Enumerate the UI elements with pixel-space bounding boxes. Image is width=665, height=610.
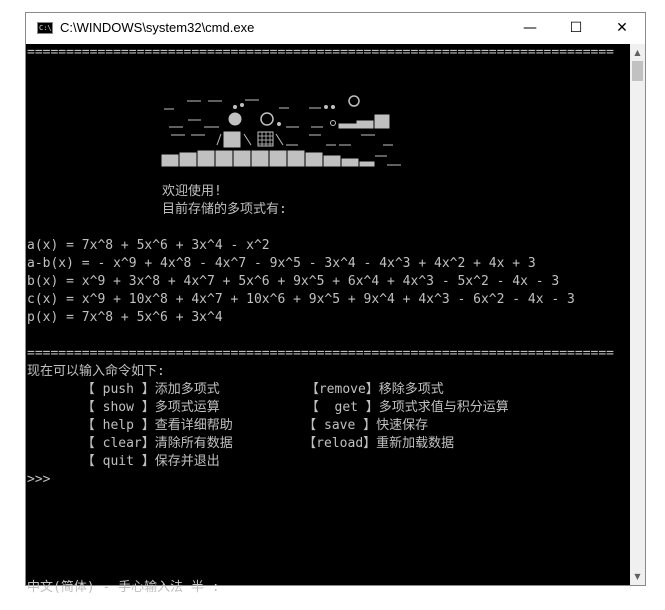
polynomial-line: p(x) = 7x^8 + 5x^6 + 3x^4	[27, 310, 223, 325]
ascii-art-logo	[161, 94, 411, 179]
cmd-window: C:\ C:\WINDOWS\system32\cmd.exe — ☐ ✕ ==…	[25, 12, 646, 595]
maximize-button[interactable]: ☐	[553, 13, 599, 44]
command-row: 【 clear】清除所有数据 【reload】重新加载数据	[27, 436, 455, 451]
polynomial-line: c(x) = x^9 + 10x^8 + 4x^7 + 10x^6 + 9x^5…	[27, 292, 575, 307]
polynomial-line: b(x) = x^9 + 3x^8 + 4x^7 + 5x^6 + 9x^5 +…	[27, 274, 560, 289]
cmd-app-icon[interactable]: C:\	[37, 22, 53, 34]
scrollbar-thumb[interactable]	[632, 61, 643, 81]
title-bar[interactable]: C:\ C:\WINDOWS\system32\cmd.exe — ☐ ✕	[26, 13, 645, 44]
ascii-art-graphic	[161, 95, 401, 167]
polynomial-line: a(x) = 7x^8 + 5x^6 + 3x^4 - x^2	[27, 238, 270, 253]
command-prompt[interactable]: >>>	[27, 471, 50, 489]
separator-top: ========================================…	[27, 45, 614, 60]
console-area[interactable]: ========================================…	[26, 44, 630, 595]
commands-heading: 现在可以输入命令如下:	[27, 364, 165, 379]
vertical-scrollbar[interactable]: ▲ ▼	[630, 44, 645, 585]
scroll-up-arrow-icon[interactable]: ▲	[630, 44, 645, 61]
welcome-text: 欢迎使用!	[162, 184, 222, 199]
stored-polynomials-heading: 目前存储的多项式有:	[162, 202, 287, 217]
cmd-app-icon-label: C:\	[39, 24, 52, 32]
command-row: 【 quit 】保存并退出	[27, 454, 220, 469]
separator-bottom: ========================================…	[27, 346, 614, 361]
polynomial-line: a-b(x) = - x^9 + 4x^8 - 4x^7 - 9x^5 - 3x…	[27, 256, 536, 271]
ime-status-bar: 中文(简体) - 手心输入法 半 :	[27, 580, 220, 595]
command-row: 【 push 】添加多项式 【remove】移除多项式	[27, 382, 444, 397]
command-row: 【 help 】查看详细帮助 【 save 】快速保存	[27, 418, 429, 433]
window-title: C:\WINDOWS\system32\cmd.exe	[60, 20, 255, 35]
scroll-down-arrow-icon[interactable]: ▼	[630, 568, 645, 585]
command-row: 【 show 】多项式运算 【 get 】多项式求值与积分运算	[27, 400, 509, 415]
close-button[interactable]: ✕	[599, 13, 645, 44]
minimize-button[interactable]: —	[507, 13, 553, 44]
